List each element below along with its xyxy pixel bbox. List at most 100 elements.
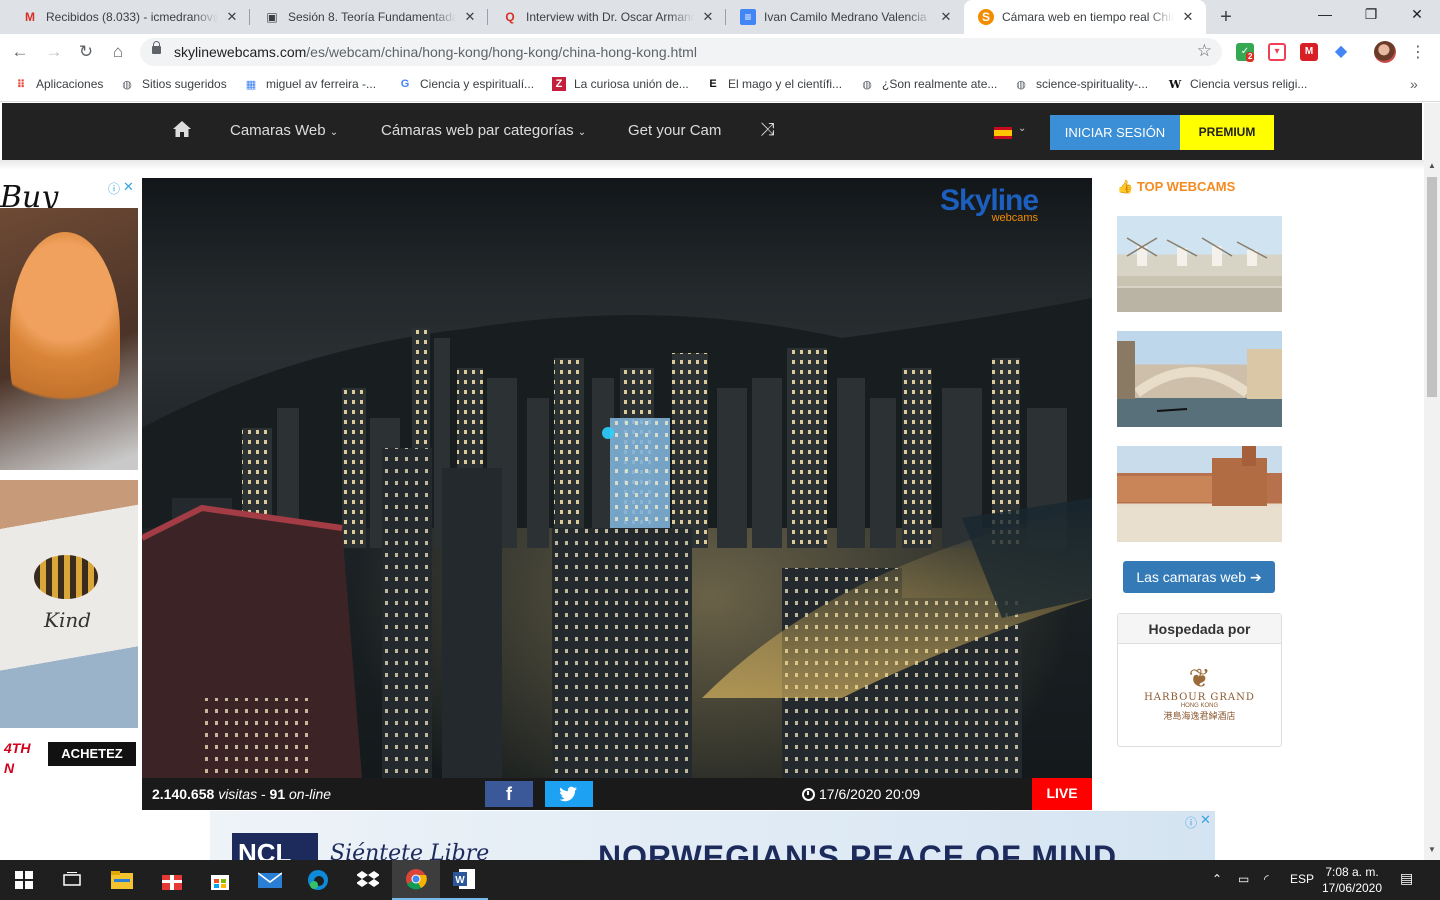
- all-webcams-button[interactable]: Las camaras web ➔: [1123, 561, 1275, 593]
- webcam-thumbnail-venice[interactable]: [1117, 331, 1282, 427]
- word-icon[interactable]: W: [440, 860, 488, 900]
- spain-flag-icon[interactable]: [994, 127, 1012, 139]
- close-tab-icon[interactable]: ✕: [938, 9, 954, 25]
- scroll-down-icon[interactable]: ▼: [1428, 845, 1436, 854]
- battery-icon[interactable]: ▭: [1238, 872, 1249, 886]
- premium-button[interactable]: PREMIUM: [1180, 115, 1274, 150]
- webcam-thumbnail-florence[interactable]: [1117, 446, 1282, 542]
- language-indicator[interactable]: ESP: [1290, 872, 1314, 886]
- menu-kebab-icon[interactable]: ⋮: [1410, 42, 1426, 62]
- ad-buy-button[interactable]: ACHETEZ: [48, 742, 136, 766]
- graduation-extension-icon[interactable]: ◆: [1332, 43, 1350, 61]
- lock-icon: [152, 41, 161, 54]
- nav-get-your-cam[interactable]: Get your Cam: [628, 122, 721, 139]
- bottom-ad-banner[interactable]: NCL Siéntete Libre NORWEGIAN'S PEACE OF …: [210, 811, 1215, 860]
- bee-graphic: [34, 555, 98, 599]
- cat-shirt-image[interactable]: [0, 208, 138, 470]
- close-tab-icon[interactable]: ✕: [1180, 9, 1196, 25]
- close-window-button[interactable]: ✕: [1394, 0, 1440, 30]
- video-timestamp: 17/6/2020 20:09: [802, 786, 920, 802]
- twitter-share-button[interactable]: [545, 781, 593, 807]
- nav-categorias[interactable]: Cámaras web par categorías ⌄: [381, 122, 586, 139]
- ad-info-icon[interactable]: ⓘ: [1185, 814, 1197, 831]
- harbour-grand-logo[interactable]: ❦ HARBOUR GRAND HONG KONG 港島海逸君綽酒店: [1118, 644, 1281, 722]
- bookmark-curiosa[interactable]: Z La curiosa unión de...: [552, 77, 689, 91]
- bookmark-science[interactable]: ◍ science-spirituality-...: [1014, 77, 1148, 91]
- home-icon[interactable]: [172, 120, 192, 138]
- tab-skyline-active[interactable]: S Cámara web en tiempo real Chin ✕: [964, 0, 1206, 34]
- bookmark-apps[interactable]: ⠿ Aplicaciones: [14, 77, 104, 91]
- pocket-extension-icon[interactable]: ▾: [1268, 43, 1286, 61]
- system-clock[interactable]: 7:08 a. m. 17/06/2020: [1320, 864, 1384, 896]
- bookmark-miguel[interactable]: ▦ miguel av ferreira -...: [244, 77, 376, 91]
- task-view-icon[interactable]: [48, 860, 96, 900]
- bookmark-ateos[interactable]: ◍ ¿Son realmente ate...: [860, 77, 997, 91]
- tab-title: Sesión 8. Teoría Fundamentada (: [288, 10, 456, 24]
- facebook-share-button[interactable]: f: [485, 781, 533, 807]
- tab-sesion[interactable]: ▣ Sesión 8. Teoría Fundamentada ( ✕: [250, 0, 488, 34]
- restore-button[interactable]: ❐: [1348, 0, 1394, 30]
- start-button[interactable]: [0, 860, 48, 900]
- nav-camaras-web[interactable]: Camaras Web ⌄: [230, 122, 338, 139]
- live-badge[interactable]: LIVE: [1032, 778, 1092, 810]
- bookmark-ciencia[interactable]: G Ciencia y espiritualí...: [398, 77, 534, 91]
- mendeley-extension-icon[interactable]: M: [1300, 43, 1318, 61]
- notifications-icon[interactable]: ▤: [1400, 870, 1413, 887]
- tray-chevron-icon[interactable]: ⌃: [1212, 872, 1222, 886]
- close-tab-icon[interactable]: ✕: [224, 9, 240, 25]
- twitter-icon: [559, 786, 577, 802]
- ncl-logo: NCL: [232, 833, 318, 860]
- scrollbar-thumb[interactable]: [1427, 177, 1437, 397]
- bookmark-mago[interactable]: E El mago y el científi...: [706, 77, 842, 91]
- login-button[interactable]: INICIAR SESIÓN: [1050, 115, 1180, 150]
- gift-app-icon[interactable]: [148, 860, 196, 900]
- webcam-video-player[interactable]: Skyline webcams: [142, 178, 1092, 778]
- random-shuffle-icon[interactable]: ⤨: [760, 119, 774, 140]
- bookmark-religion[interactable]: W Ciencia versus religi...: [1168, 77, 1308, 91]
- webcam-thumbnail-windmills[interactable]: [1117, 216, 1282, 312]
- bookmark-star-icon[interactable]: ☆: [1197, 41, 1212, 61]
- wifi-icon[interactable]: ◜: [1264, 872, 1269, 886]
- bookmark-site-icon: ▦: [245, 78, 257, 91]
- globe-icon: ◍: [122, 78, 132, 91]
- scroll-up-icon[interactable]: ▲: [1428, 161, 1436, 170]
- address-bar[interactable]: skylinewebcams.com/es/webcam/china/hong-…: [140, 38, 1222, 66]
- hotel-emblem-icon: ❦: [1188, 663, 1211, 693]
- thumbs-up-icon: 👍: [1117, 179, 1134, 194]
- ad-close-icon[interactable]: ✕: [123, 179, 134, 195]
- back-button[interactable]: ←: [8, 40, 32, 64]
- globe-icon: ◍: [862, 78, 872, 91]
- bee-shirt-image[interactable]: Kind: [0, 480, 138, 728]
- profile-avatar[interactable]: [1374, 41, 1396, 63]
- wikipedia-icon: W: [1168, 77, 1182, 91]
- reload-button[interactable]: ↻: [74, 40, 98, 64]
- tab-docs[interactable]: ≡ Ivan Camilo Medrano Valencia - ✕: [726, 0, 964, 34]
- chevron-down-icon[interactable]: ⌄: [1018, 123, 1026, 134]
- hosted-by-box: Hospedada por ❦ HARBOUR GRAND HONG KONG …: [1117, 613, 1282, 747]
- close-tab-icon[interactable]: ✕: [700, 9, 716, 25]
- e-site-icon: E: [709, 78, 717, 90]
- left-ad-banner[interactable]: Buy ⓘ ✕ Kind 4TH N ACHETEZ: [0, 178, 140, 778]
- edge-icon[interactable]: [294, 860, 342, 900]
- home-button[interactable]: ⌂: [106, 40, 130, 64]
- forward-button[interactable]: →: [42, 40, 66, 64]
- tab-interview[interactable]: Q Interview with Dr. Oscar Armand ✕: [488, 0, 726, 34]
- page-scrollbar[interactable]: ▲ ▼: [1424, 103, 1440, 860]
- minimize-button[interactable]: —: [1302, 0, 1348, 30]
- chrome-icon[interactable]: [392, 860, 440, 900]
- tab-gmail[interactable]: M Recibidos (8.033) - icmedranov@ ✕: [8, 0, 250, 34]
- svg-text:W: W: [455, 875, 465, 886]
- ad-info-icon[interactable]: ⓘ: [108, 180, 120, 197]
- mail-icon[interactable]: [246, 860, 294, 900]
- new-tab-button[interactable]: +: [1214, 5, 1238, 29]
- file-explorer-icon[interactable]: [98, 860, 146, 900]
- skyline-watermark-logo: Skyline webcams: [940, 184, 1039, 225]
- shield-extension-icon[interactable]: ✓ 2: [1236, 43, 1255, 62]
- bookmarks-overflow-icon[interactable]: »: [1410, 76, 1418, 92]
- close-tab-icon[interactable]: ✕: [462, 9, 478, 25]
- dropbox-icon[interactable]: [344, 860, 392, 900]
- bookmark-sitios[interactable]: ◍ Sitios sugeridos: [120, 77, 227, 91]
- ad-close-icon[interactable]: ✕: [1200, 812, 1211, 828]
- store-icon[interactable]: [196, 860, 244, 900]
- tab-title: Recibidos (8.033) - icmedranov@: [46, 10, 218, 24]
